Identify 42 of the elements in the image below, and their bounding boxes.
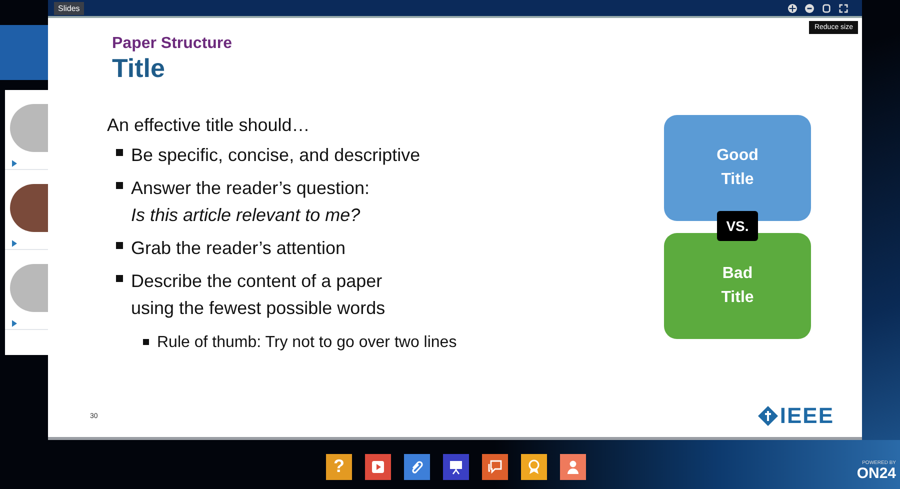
restore-icon[interactable] <box>822 4 831 12</box>
slides-button[interactable] <box>443 454 469 480</box>
bullet-text: Rule of thumb: Try not to go over two lines <box>157 333 457 353</box>
help-button[interactable]: ? <box>326 454 352 480</box>
paperclip-icon <box>409 458 425 474</box>
window-title: Slides <box>54 2 84 14</box>
section-heading: Paper Structure <box>112 35 234 53</box>
play-icon[interactable] <box>12 320 17 327</box>
question-text: Is this article relevant to me? <box>131 204 362 227</box>
bullet-text: Grab the reader’s attention <box>131 237 346 260</box>
bullet-icon <box>116 182 123 189</box>
intro-text: An effective title should… <box>107 115 311 136</box>
play-icon[interactable] <box>12 160 17 167</box>
slide-title: Title <box>112 53 166 84</box>
bullet-icon <box>116 149 123 156</box>
resources-button[interactable] <box>404 454 430 480</box>
speech-bubble-icon <box>487 458 503 474</box>
bullet-icon <box>116 275 123 282</box>
bullet-text: Be specific, concise, and descriptive <box>131 144 420 167</box>
move-icon[interactable] <box>788 4 797 12</box>
award-icon <box>526 458 542 474</box>
person-icon <box>565 458 581 474</box>
bullet-text: Describe the content of a paper using the fewest possible words <box>131 270 386 320</box>
bullet-icon <box>116 242 123 249</box>
diamond-logo-icon <box>758 406 778 426</box>
versus-label: VS. <box>717 211 758 241</box>
play-icon <box>370 458 386 474</box>
avatar[interactable] <box>10 184 50 232</box>
minimize-icon[interactable] <box>805 4 814 12</box>
brand-logo-text: ON24 <box>856 466 896 481</box>
bullet-text: Answer the reader’s question: <box>131 177 370 200</box>
speaker-button[interactable] <box>560 454 586 480</box>
bad-title-card: Bad Title <box>664 233 811 339</box>
fullscreen-icon[interactable] <box>839 4 848 12</box>
background-panel <box>0 25 48 80</box>
presentation-icon <box>448 458 464 474</box>
qa-button[interactable] <box>482 454 508 480</box>
logo-text: IEEE <box>780 403 834 429</box>
play-icon[interactable] <box>12 240 17 247</box>
good-title-card: Good Title <box>664 115 811 221</box>
bullet-icon <box>143 339 149 345</box>
media-button[interactable] <box>365 454 391 480</box>
